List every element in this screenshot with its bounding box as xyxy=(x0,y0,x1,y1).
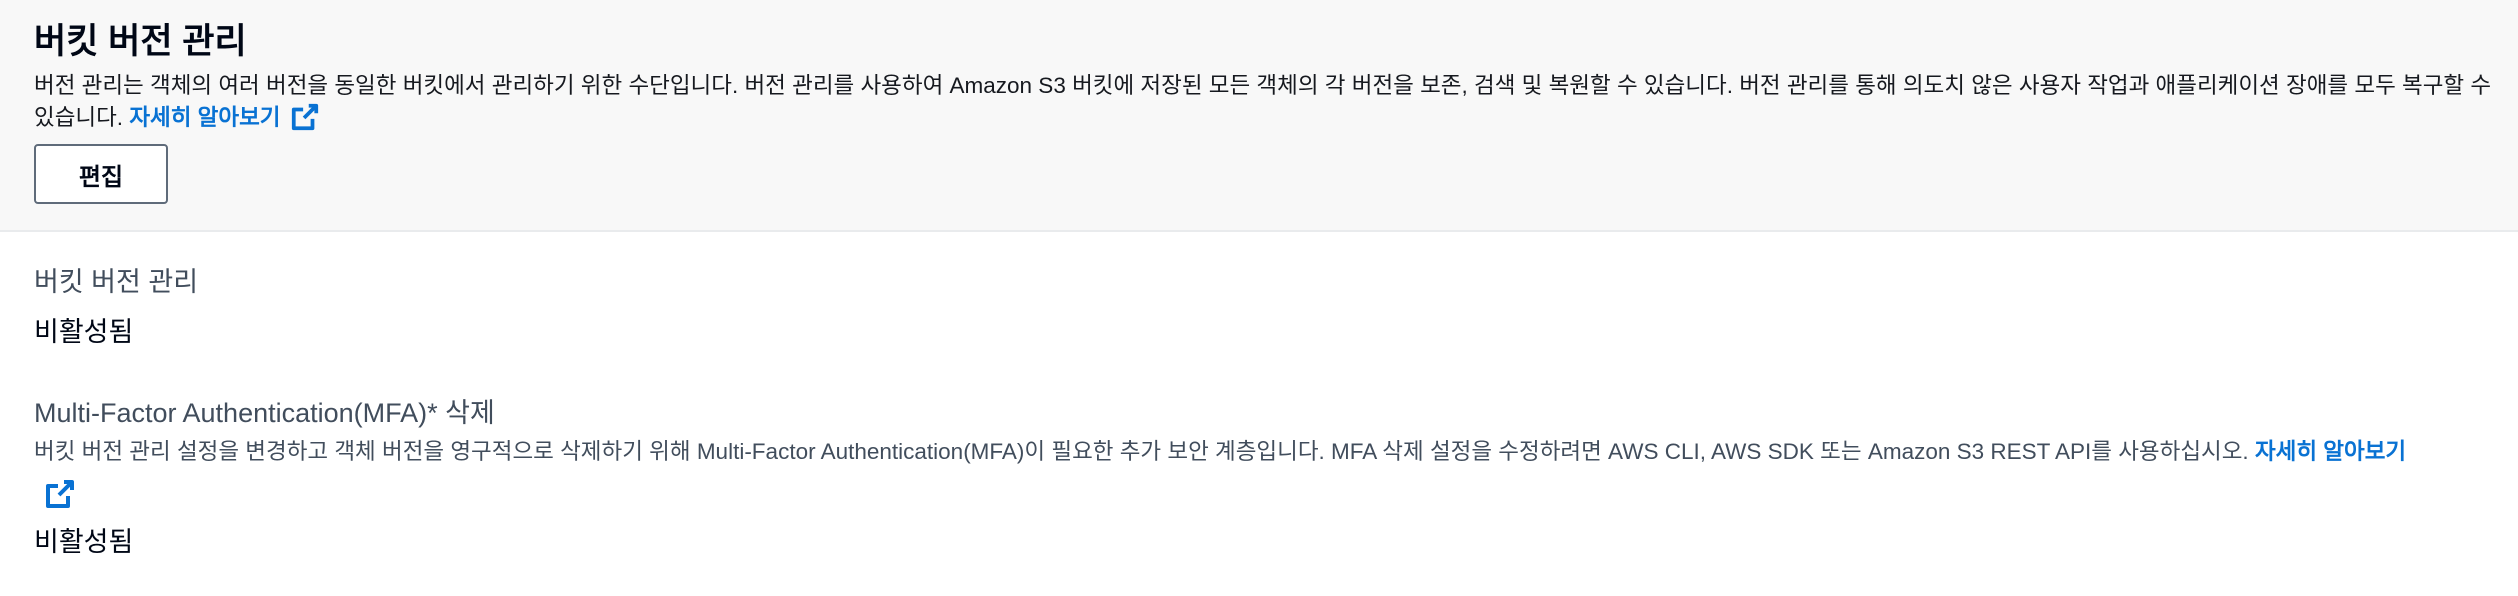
edit-button[interactable]: 편집 xyxy=(34,144,168,204)
learn-more-link[interactable]: 자세히 알아보기 xyxy=(129,103,320,131)
mfa-delete-description: 버킷 버전 관리 설정을 변경하고 객체 버전을 영구적으로 삭제하기 위해 M… xyxy=(34,434,2474,510)
external-link-icon[interactable] xyxy=(44,478,76,510)
versioning-panel: 버킷 버전 관리 버전 관리는 객체의 여러 버전을 동일한 버킷에서 관리하기… xyxy=(0,0,2518,596)
versioning-value: 비활성됨 xyxy=(34,317,134,347)
mfa-learn-more-link[interactable]: 자세히 알아보기 xyxy=(2255,439,2406,464)
learn-more-label: 자세히 알아보기 xyxy=(129,105,281,130)
mfa-delete-label: Multi-Factor Authentication(MFA)* 삭제 xyxy=(34,398,495,428)
external-link-icon xyxy=(292,103,319,131)
page-title: 버킷 버전 관리 xyxy=(34,22,247,61)
mfa-delete-value: 비활성됨 xyxy=(34,527,134,557)
mfa-description-text: 버킷 버전 관리 설정을 변경하고 객체 버전을 영구적으로 삭제하기 위해 M… xyxy=(34,439,2249,464)
versioning-description: 버전 관리는 객체의 여러 버전을 동일한 버킷에서 관리하기 위한 수단입니다… xyxy=(34,70,2494,134)
versioning-label: 버킷 버전 관리 xyxy=(34,267,199,297)
versioning-header: 버킷 버전 관리 버전 관리는 객체의 여러 버전을 동일한 버킷에서 관리하기… xyxy=(0,0,2518,232)
description-text: 버전 관리는 객체의 여러 버전을 동일한 버킷에서 관리하기 위한 수단입니다… xyxy=(34,73,2492,130)
